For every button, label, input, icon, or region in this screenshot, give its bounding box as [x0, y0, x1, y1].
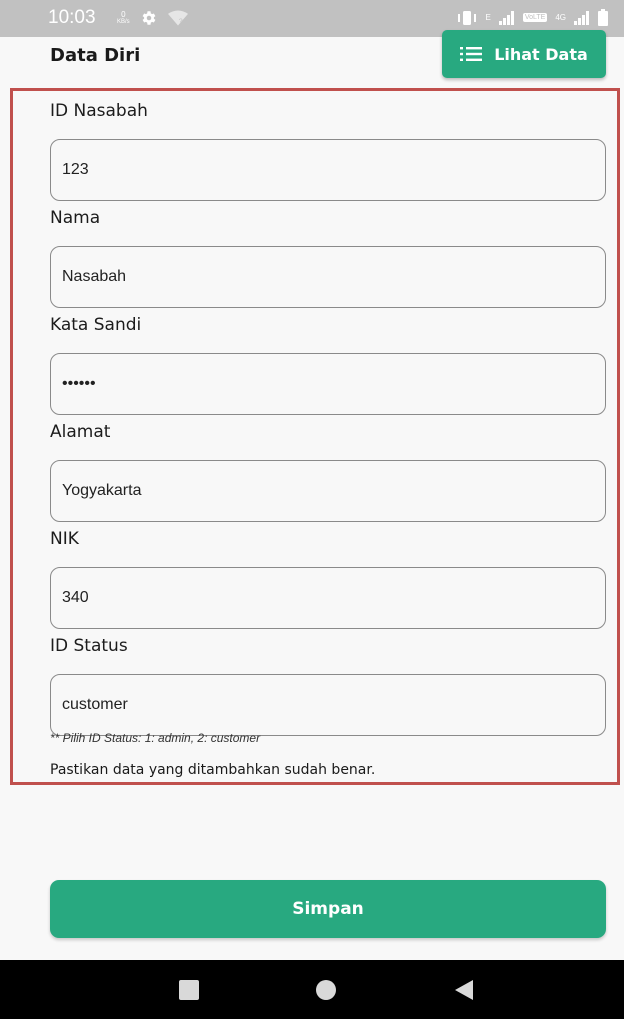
- status-time: 10:03: [48, 7, 96, 28]
- vibrate-icon: [458, 10, 477, 25]
- back-button[interactable]: [434, 960, 494, 1019]
- confirm-note: Pastikan data yang ditambahkan sudah ben…: [50, 762, 376, 778]
- data-speed-value: 0: [121, 10, 126, 19]
- nama-input[interactable]: [50, 246, 606, 308]
- data-speed-unit: KB/s: [117, 19, 130, 25]
- view-data-button[interactable]: Lihat Data: [442, 30, 606, 78]
- triangle-back-icon: [455, 979, 473, 1000]
- signal-icon: [498, 10, 514, 25]
- field-nama: Nama: [50, 205, 606, 308]
- status-left-icons: 0 KB/s ?: [117, 9, 188, 27]
- home-button[interactable]: [296, 960, 356, 1019]
- field-label: NIK: [50, 529, 79, 549]
- password-input[interactable]: [50, 353, 606, 415]
- network-e-label: E: [485, 12, 491, 22]
- list-icon: [460, 47, 483, 61]
- status-right-icons: E VoLTE 4G: [457, 9, 608, 26]
- field-label: ID Nasabah: [50, 101, 148, 121]
- app-header: Data Diri Lihat Data: [0, 30, 624, 85]
- network-4g-label: 4G: [555, 12, 566, 22]
- field-id-status: ID Status: [50, 633, 606, 736]
- alamat-input[interactable]: [50, 460, 606, 522]
- field-id-nasabah: ID Nasabah: [50, 98, 606, 201]
- field-label: Nama: [50, 208, 101, 228]
- field-nik: NIK: [50, 526, 606, 629]
- volte-badge: VoLTE: [522, 13, 548, 22]
- status-hint: ** Pilih ID Status: 1: admin, 2: custome…: [50, 731, 261, 745]
- battery-icon: [598, 9, 608, 26]
- save-button[interactable]: Simpan: [50, 880, 606, 938]
- field-alamat: Alamat: [50, 419, 606, 522]
- id-nasabah-input[interactable]: [50, 139, 606, 201]
- nik-input[interactable]: [50, 567, 606, 629]
- field-label: ID Status: [50, 636, 128, 656]
- view-data-button-label: Lihat Data: [494, 44, 588, 64]
- navigation-bar: [0, 960, 624, 1019]
- id-status-input[interactable]: [50, 674, 606, 736]
- gear-icon: [142, 11, 156, 25]
- signal-icon: [574, 10, 589, 25]
- svg-text:?: ?: [179, 18, 183, 25]
- circle-icon: [316, 979, 336, 1000]
- wifi-icon: ?: [167, 10, 188, 26]
- page-title: Data Diri: [50, 45, 141, 66]
- recents-button[interactable]: [159, 960, 219, 1019]
- field-kata-sandi: Kata Sandi: [50, 312, 606, 415]
- field-label: Alamat: [50, 422, 111, 442]
- field-label: Kata Sandi: [50, 315, 142, 335]
- data-speed-indicator: 0 KB/s: [117, 10, 130, 26]
- square-icon: [179, 979, 199, 1000]
